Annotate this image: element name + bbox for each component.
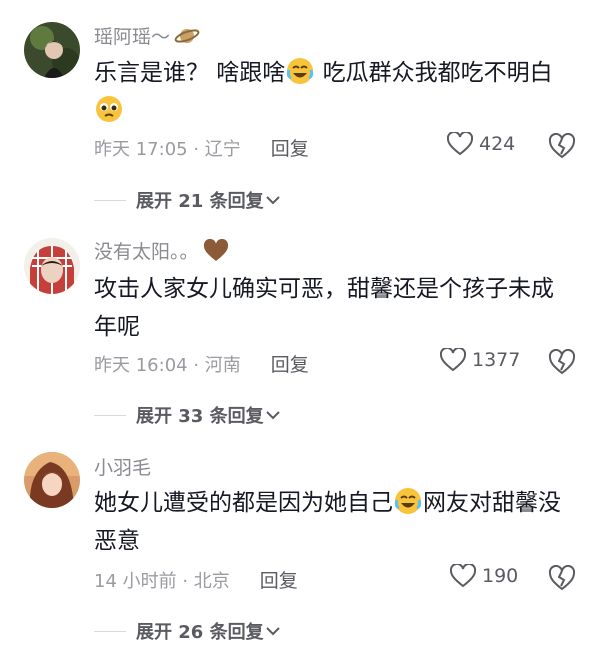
avatar[interactable] — [24, 452, 80, 508]
comment-item: 小羽毛 她女儿遭受的都是因为她自己 网友对甜馨没恶意 14 小时前 · 北京 回复… — [0, 0, 600, 657]
timestamp-location: 14 小时前 · 北京 — [94, 570, 230, 592]
expand-replies-button[interactable]: 展开 26 条回复 — [94, 618, 282, 644]
like-count: 190 — [482, 565, 519, 587]
crying-laughing-emoji — [394, 488, 422, 514]
reply-button[interactable]: 回复 — [260, 566, 298, 593]
like-button[interactable]: 190 — [450, 564, 518, 588]
divider — [94, 630, 126, 632]
comment-text: 她女儿遭受的都是因为她自己 网友对甜馨没恶意 — [94, 484, 574, 560]
username[interactable]: 小羽毛 — [94, 453, 151, 480]
chevron-down-icon — [265, 627, 280, 636]
heart-outline-icon — [450, 564, 476, 588]
comment-meta: 14 小时前 · 北京 回复 — [94, 566, 298, 593]
broken-heart-outline-icon[interactable] — [548, 565, 576, 591]
